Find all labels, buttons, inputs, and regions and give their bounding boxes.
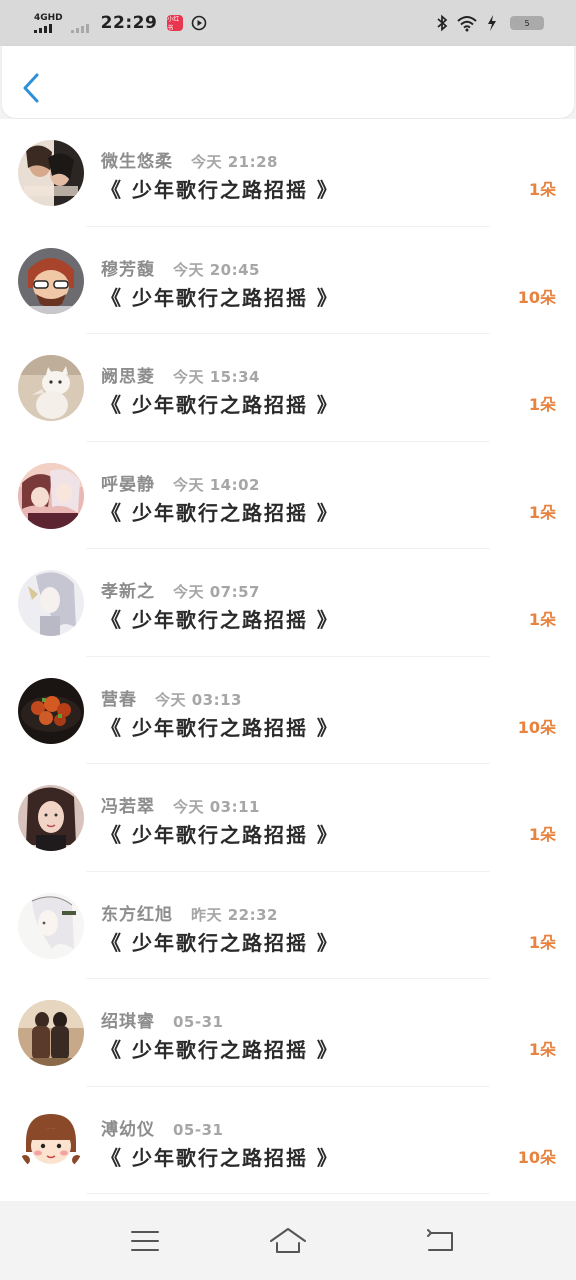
avatar[interactable] bbox=[18, 677, 84, 744]
charging-icon bbox=[488, 15, 496, 31]
item-meta: 呼晏静 今天 14:02 bbox=[101, 470, 260, 495]
send-time: 今天 14:02 bbox=[173, 475, 260, 494]
list-item[interactable]: 东方红旭 昨天 22:32 《 少年歌行之路招摇 》 1朵 bbox=[0, 872, 576, 979]
list-item[interactable]: 穆芳馥 今天 20:45 《 少年歌行之路招摇 》 10朵 bbox=[0, 227, 576, 334]
book-title: 《 少年歌行之路招摇 》 bbox=[101, 285, 339, 310]
flower-count: 1朵 bbox=[528, 825, 556, 844]
send-time: 昨天 22:32 bbox=[191, 905, 278, 924]
send-time: 今天 07:57 bbox=[173, 583, 260, 601]
avatar[interactable] bbox=[18, 785, 84, 851]
send-time: 05-31 bbox=[173, 1120, 224, 1139]
list-item[interactable]: 溥幼仪 05-31 《 少年歌行之路招摇 》 10朵 bbox=[0, 1087, 576, 1194]
sender-name: 阙思菱 bbox=[101, 367, 155, 387]
sender-name: 营春 bbox=[101, 689, 137, 710]
book-title: 《 少年歌行之路招摇 》 bbox=[101, 715, 339, 740]
book-title: 《 少年歌行之路招摇 》 bbox=[101, 608, 339, 632]
sender-name: 孝新之 bbox=[101, 582, 155, 602]
flower-count: 1朵 bbox=[528, 610, 556, 629]
flower-count: 1朵 bbox=[528, 180, 556, 199]
item-meta: 溥幼仪 05-31 bbox=[101, 1115, 223, 1140]
send-time: 05-31 bbox=[173, 1013, 224, 1031]
battery-level: 5 bbox=[524, 18, 530, 28]
item-meta: 营春 今天 03:13 bbox=[101, 685, 242, 710]
send-time: 今天 03:11 bbox=[173, 798, 260, 816]
avatar[interactable] bbox=[18, 892, 84, 959]
status-left: 4GHD 22:29 小红书 bbox=[34, 13, 207, 33]
book-title: 《 少年歌行之路招摇 》 bbox=[101, 823, 339, 847]
item-meta: 冯若翠 今天 03:11 bbox=[101, 792, 260, 817]
avatar[interactable] bbox=[18, 355, 84, 421]
list-item[interactable]: 微生悠柔 今天 21:28 《 少年歌行之路招摇 》 1朵 bbox=[0, 119, 576, 227]
sender-name: 溥幼仪 bbox=[101, 1119, 155, 1140]
menu-icon[interactable] bbox=[125, 1221, 165, 1261]
divider bbox=[86, 1193, 490, 1194]
back-icon[interactable] bbox=[420, 1221, 460, 1261]
avatar[interactable] bbox=[18, 1000, 84, 1066]
send-time: 今天 03:13 bbox=[155, 690, 242, 709]
flower-count: 1朵 bbox=[528, 1040, 556, 1059]
signal-icon-secondary bbox=[70, 23, 89, 33]
avatar[interactable] bbox=[18, 462, 84, 529]
book-title: 《 少年歌行之路招摇 》 bbox=[101, 178, 339, 202]
system-nav-bar bbox=[0, 1201, 576, 1280]
gift-record-list[interactable]: 微生悠柔 今天 21:28 《 少年歌行之路招摇 》 1朵 穆芳馥 今天 20:… bbox=[0, 119, 576, 1201]
list-item[interactable]: 呼晏静 今天 14:02 《 少年歌行之路招摇 》 1朵 bbox=[0, 442, 576, 549]
avatar[interactable] bbox=[18, 570, 84, 636]
book-title: 《 少年歌行之路招摇 》 bbox=[101, 500, 339, 525]
wifi-icon bbox=[457, 16, 477, 32]
sender-name: 微生悠柔 bbox=[101, 152, 173, 172]
app-badge-icon: 小红书 bbox=[167, 15, 184, 32]
sender-name: 绍琪睿 bbox=[101, 1012, 155, 1032]
play-icon bbox=[191, 15, 207, 31]
flower-count: 10朵 bbox=[517, 287, 556, 307]
sender-name: 穆芳馥 bbox=[101, 259, 155, 280]
send-time: 今天 21:28 bbox=[191, 153, 278, 171]
item-meta: 东方红旭 昨天 22:32 bbox=[101, 900, 278, 925]
item-meta: 微生悠柔 今天 21:28 bbox=[101, 147, 278, 172]
item-meta: 阙思菱 今天 15:34 bbox=[101, 362, 260, 387]
avatar[interactable] bbox=[18, 1107, 84, 1174]
book-title: 《 少年歌行之路招摇 》 bbox=[101, 1145, 339, 1170]
list-item[interactable]: 营春 今天 03:13 《 少年歌行之路招摇 》 10朵 bbox=[0, 657, 576, 764]
battery-icon: 5 bbox=[510, 16, 544, 30]
send-time: 今天 15:34 bbox=[173, 368, 260, 386]
status-time: 22:29 bbox=[100, 13, 158, 33]
book-title: 《 少年歌行之路招摇 》 bbox=[101, 393, 339, 417]
bluetooth-icon bbox=[437, 14, 448, 32]
list-item[interactable]: 绍琪睿 05-31 《 少年歌行之路招摇 》 1朵 bbox=[0, 979, 576, 1087]
sender-name: 呼晏静 bbox=[101, 474, 155, 495]
send-time: 今天 20:45 bbox=[173, 260, 260, 279]
list-item[interactable]: 阙思菱 今天 15:34 《 少年歌行之路招摇 》 1朵 bbox=[0, 334, 576, 442]
book-title: 《 少年歌行之路招摇 》 bbox=[101, 930, 339, 955]
item-meta: 孝新之 今天 07:57 bbox=[101, 577, 260, 602]
signal-icon: 4GHD bbox=[34, 12, 63, 33]
flower-count: 1朵 bbox=[528, 932, 556, 952]
flower-count: 1朵 bbox=[528, 395, 556, 414]
header bbox=[2, 46, 574, 118]
list-item[interactable]: 孝新之 今天 07:57 《 少年歌行之路招摇 》 1朵 bbox=[0, 549, 576, 657]
avatar[interactable] bbox=[18, 140, 84, 206]
book-title: 《 少年歌行之路招摇 》 bbox=[101, 1038, 339, 1062]
status-bar: 4GHD 22:29 小红书 5 bbox=[0, 0, 576, 46]
network-type: 4GHD bbox=[34, 12, 63, 23]
list-item[interactable]: 冯若翠 今天 03:11 《 少年歌行之路招摇 》 1朵 bbox=[0, 764, 576, 872]
item-meta: 穆芳馥 今天 20:45 bbox=[101, 255, 260, 280]
status-right: 5 bbox=[436, 14, 544, 32]
sender-name: 东方红旭 bbox=[101, 904, 173, 925]
chevron-left-icon[interactable] bbox=[20, 72, 44, 104]
item-meta: 绍琪睿 05-31 bbox=[101, 1007, 223, 1032]
flower-count: 10朵 bbox=[517, 1147, 556, 1167]
flower-count: 1朵 bbox=[528, 502, 556, 522]
sender-name: 冯若翠 bbox=[101, 797, 155, 817]
avatar[interactable] bbox=[18, 247, 84, 314]
flower-count: 10朵 bbox=[517, 717, 556, 737]
home-icon[interactable] bbox=[268, 1221, 308, 1261]
